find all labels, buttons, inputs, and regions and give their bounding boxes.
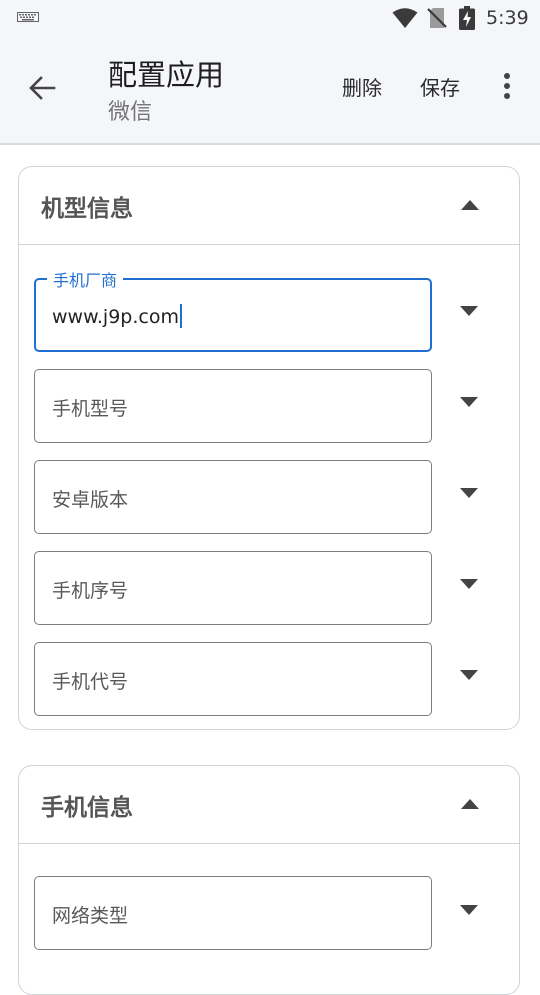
dropdown-arrow-icon[interactable] — [459, 305, 479, 317]
chevron-up-icon[interactable] — [457, 195, 483, 215]
section-card-phone-info: 手机信息 网络类型 — [18, 765, 520, 995]
page-subtitle: 微信 — [108, 100, 153, 125]
page-title: 配置应用 — [108, 58, 225, 92]
manufacturer-field[interactable]: 手机厂商 www.j9p.com — [34, 267, 432, 352]
network-type-field[interactable]: 网络类型 — [34, 876, 432, 950]
field-value[interactable]: www.j9p.com — [52, 304, 182, 328]
battery-charging-icon — [459, 6, 475, 30]
field-placeholder: 安卓版本 — [52, 489, 129, 511]
field-label: 手机厂商 — [47, 267, 124, 291]
text-cursor — [179, 304, 182, 328]
dropdown-arrow-icon[interactable] — [459, 487, 479, 499]
field-placeholder: 手机序号 — [52, 580, 129, 602]
serial-number-field[interactable]: 手机序号 — [34, 551, 432, 625]
no-sim-icon — [427, 8, 447, 28]
section-title: 机型信息 — [41, 196, 133, 222]
dropdown-arrow-icon[interactable] — [459, 669, 479, 681]
app-bar: 配置应用 微信 删除 保存 — [0, 36, 540, 145]
chevron-up-icon[interactable] — [457, 794, 483, 814]
keyboard-icon — [17, 12, 39, 22]
section-title: 手机信息 — [41, 795, 133, 821]
field-placeholder: 手机型号 — [52, 398, 129, 420]
wifi-icon — [392, 8, 418, 28]
status-bar: 5:39 — [0, 0, 540, 36]
dropdown-arrow-icon[interactable] — [459, 396, 479, 408]
save-button[interactable]: 保存 — [420, 72, 460, 101]
section-card-device-info: 机型信息 手机厂商 www.j9p.com 手机型号 安卓版本 手机序号 手机代… — [18, 166, 520, 730]
device-code-field[interactable]: 手机代号 — [34, 642, 432, 716]
dropdown-arrow-icon[interactable] — [459, 578, 479, 590]
phone-model-field[interactable]: 手机型号 — [34, 369, 432, 443]
field-placeholder: 网络类型 — [52, 905, 129, 927]
section-header[interactable]: 手机信息 — [19, 766, 519, 844]
delete-button[interactable]: 删除 — [342, 72, 382, 101]
android-version-field[interactable]: 安卓版本 — [34, 460, 432, 534]
status-time: 5:39 — [486, 7, 529, 29]
field-placeholder: 手机代号 — [52, 671, 129, 693]
dropdown-arrow-icon[interactable] — [459, 904, 479, 916]
more-vert-icon[interactable] — [494, 70, 520, 102]
section-header[interactable]: 机型信息 — [19, 167, 519, 245]
back-button[interactable] — [20, 66, 64, 110]
arrow-left-icon — [29, 76, 56, 100]
